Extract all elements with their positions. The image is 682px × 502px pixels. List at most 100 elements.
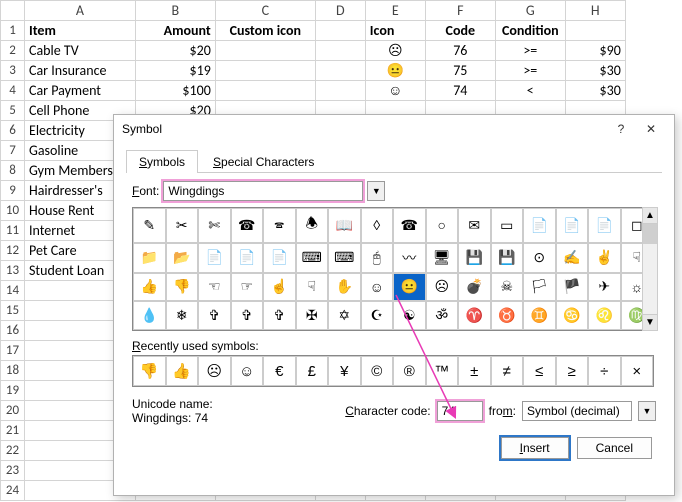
- cell[interactable]: >=: [495, 41, 565, 61]
- col-header[interactable]: B: [135, 1, 215, 21]
- font-input[interactable]: Wingdings: [163, 181, 363, 201]
- row-header[interactable]: 7: [1, 141, 25, 161]
- symbol-cell[interactable]: 📖: [328, 208, 361, 243]
- scroll-down[interactable]: ▼: [643, 314, 657, 330]
- symbol-cell[interactable]: ♈: [458, 301, 491, 331]
- symbol-cell[interactable]: ⌨: [328, 243, 361, 274]
- row-header[interactable]: 10: [1, 201, 25, 221]
- symbol-cell[interactable]: ✞: [231, 301, 264, 331]
- close-button[interactable]: ✕: [636, 122, 666, 136]
- recent-symbol[interactable]: ¥: [328, 356, 361, 386]
- col-header[interactable]: D: [315, 1, 365, 21]
- row-header[interactable]: 11: [1, 221, 25, 241]
- code-input[interactable]: 74: [437, 401, 483, 421]
- row-header[interactable]: 14: [1, 281, 25, 301]
- col-header[interactable]: [1, 1, 25, 21]
- symbol-scrollbar[interactable]: ▲ ▼: [642, 207, 658, 331]
- cell[interactable]: $90: [565, 41, 625, 61]
- cell[interactable]: >=: [495, 61, 565, 81]
- symbol-cell[interactable]: ☺: [361, 273, 394, 301]
- row-header[interactable]: 2: [1, 41, 25, 61]
- cell[interactable]: Custom icon: [215, 21, 315, 41]
- cell[interactable]: [565, 21, 625, 41]
- recent-symbol[interactable]: ≤: [523, 356, 556, 386]
- cell[interactable]: Cable TV: [25, 41, 136, 61]
- symbol-cell[interactable]: ☟: [296, 273, 329, 301]
- recent-symbol[interactable]: ™: [426, 356, 459, 386]
- symbol-cell[interactable]: 📄: [523, 208, 556, 243]
- symbol-cell[interactable]: ☎: [393, 208, 426, 243]
- symbol-cell[interactable]: ✞: [263, 301, 296, 331]
- symbol-cell[interactable]: 🏳: [523, 273, 556, 301]
- symbol-cell[interactable]: ⌨: [296, 243, 329, 274]
- symbol-cell[interactable]: 😐: [393, 273, 426, 301]
- symbol-cell[interactable]: 💾: [491, 243, 524, 274]
- symbol-cell[interactable]: ♊: [523, 301, 556, 331]
- symbol-cell[interactable]: ☞: [231, 273, 264, 301]
- cell[interactable]: Car Insurance: [25, 61, 136, 81]
- cell[interactable]: 75: [425, 61, 495, 81]
- row-header[interactable]: 5: [1, 101, 25, 121]
- row-header[interactable]: 21: [1, 421, 25, 441]
- cell[interactable]: Car Payment: [25, 81, 136, 101]
- symbol-cell[interactable]: 🏴: [556, 273, 589, 301]
- row-header[interactable]: 16: [1, 321, 25, 341]
- row-header[interactable]: 1: [1, 21, 25, 41]
- symbol-cell[interactable]: 📂: [166, 243, 199, 274]
- recent-symbol[interactable]: ☺: [231, 356, 264, 386]
- symbol-cell[interactable]: ☹: [426, 273, 459, 301]
- col-header[interactable]: G: [495, 1, 565, 21]
- row-header[interactable]: 6: [1, 121, 25, 141]
- symbol-cell[interactable]: 💧: [133, 301, 166, 331]
- font-dropdown[interactable]: ▼: [367, 181, 385, 201]
- cell[interactable]: $20: [135, 41, 215, 61]
- symbol-cell[interactable]: 🕭: [296, 208, 329, 243]
- recent-symbol[interactable]: ®: [393, 356, 426, 386]
- symbol-cell[interactable]: ✉: [458, 208, 491, 243]
- symbol-cell[interactable]: ✞: [198, 301, 231, 331]
- cell[interactable]: Code: [425, 21, 495, 41]
- insert-button[interactable]: Insert: [501, 437, 569, 459]
- symbol-cell[interactable]: ✄: [198, 208, 231, 243]
- cell[interactable]: ☺: [365, 81, 425, 101]
- symbol-cell[interactable]: ▭: [491, 208, 524, 243]
- row-header[interactable]: 13: [1, 261, 25, 281]
- symbol-cell[interactable]: ♌: [588, 301, 621, 331]
- symbol-cell[interactable]: ♉: [491, 301, 524, 331]
- symbol-cell[interactable]: ✎: [133, 208, 166, 243]
- symbol-cell[interactable]: ☪: [361, 301, 394, 331]
- symbol-cell[interactable]: 〰: [393, 243, 426, 274]
- tab-special[interactable]: Special Characters: [200, 150, 327, 173]
- cell[interactable]: 74: [425, 81, 495, 101]
- cell[interactable]: [215, 81, 315, 101]
- row-header[interactable]: 17: [1, 341, 25, 361]
- symbol-cell[interactable]: ☯: [393, 301, 426, 331]
- row-header[interactable]: 19: [1, 381, 25, 401]
- symbol-cell[interactable]: 🖥: [426, 243, 459, 274]
- row-header[interactable]: 15: [1, 301, 25, 321]
- symbol-cell[interactable]: 📁: [133, 243, 166, 274]
- recent-symbol[interactable]: £: [296, 356, 329, 386]
- symbol-cell[interactable]: 📄: [231, 243, 264, 274]
- recent-symbol[interactable]: €: [263, 356, 296, 386]
- symbol-cell[interactable]: ◊: [361, 208, 394, 243]
- from-select[interactable]: Symbol (decimal): [522, 401, 632, 421]
- cell[interactable]: [215, 41, 315, 61]
- help-button[interactable]: ?: [606, 122, 636, 136]
- symbol-cell[interactable]: ✍: [556, 243, 589, 274]
- col-header[interactable]: A: [25, 1, 136, 21]
- recent-symbol[interactable]: ≥: [556, 356, 589, 386]
- symbol-cell[interactable]: ♋: [556, 301, 589, 331]
- row-header[interactable]: 3: [1, 61, 25, 81]
- scroll-thumb[interactable]: [643, 224, 657, 244]
- cell[interactable]: 😐: [365, 61, 425, 81]
- cell[interactable]: $100: [135, 81, 215, 101]
- cell[interactable]: [315, 41, 365, 61]
- recent-symbol[interactable]: ±: [458, 356, 491, 386]
- symbol-cell[interactable]: ⊙: [523, 243, 556, 274]
- symbol-cell[interactable]: 📄: [263, 243, 296, 274]
- from-dropdown[interactable]: ▼: [638, 401, 656, 421]
- cell[interactable]: Amount: [135, 21, 215, 41]
- symbol-cell[interactable]: ✌: [588, 243, 621, 274]
- row-header[interactable]: 12: [1, 241, 25, 261]
